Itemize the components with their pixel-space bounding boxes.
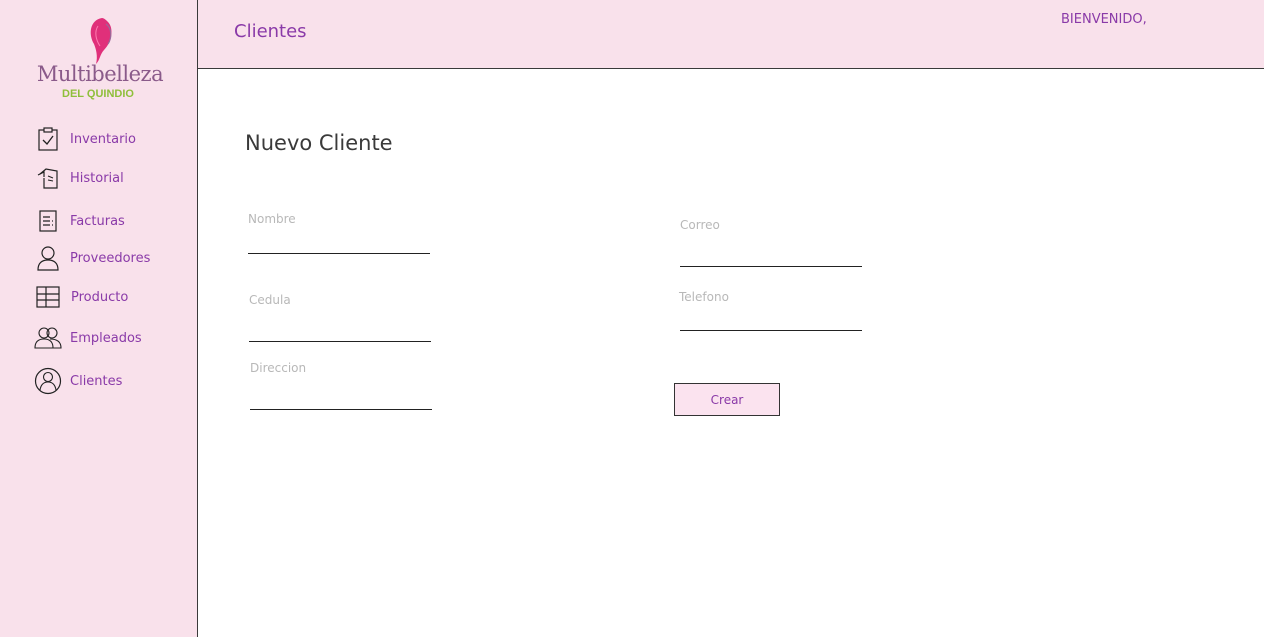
grid-table-icon: [34, 283, 62, 311]
invoice-icon: [34, 207, 62, 235]
nombre-label: Nombre: [248, 212, 296, 226]
sidebar-item-historial[interactable]: Historial: [34, 164, 124, 192]
brand-subtitle: DEL QUINDIO: [62, 88, 134, 100]
telefono-field: Telefono: [679, 290, 863, 332]
nombre-field: Nombre: [248, 212, 432, 256]
cedula-field: Cedula: [249, 293, 433, 343]
page-title: Clientes: [234, 21, 307, 42]
sidebar-item-label: Clientes: [70, 373, 123, 389]
sidebar-item-label: Historial: [70, 170, 124, 186]
correo-field: Correo: [680, 218, 864, 268]
people-icon: [34, 324, 62, 352]
telefono-label: Telefono: [679, 290, 729, 304]
cedula-label: Cedula: [249, 293, 291, 307]
user-circle-icon: [34, 367, 62, 395]
form-title: Nuevo Cliente: [245, 131, 393, 155]
crear-button[interactable]: Crear: [674, 383, 780, 416]
sidebar: Multibelleza DEL QUINDIO Inventario Hist…: [0, 0, 198, 637]
direccion-input[interactable]: [250, 391, 432, 410]
cedula-input[interactable]: [249, 323, 431, 342]
telefono-input[interactable]: [680, 312, 862, 331]
sidebar-item-facturas[interactable]: Facturas: [34, 207, 125, 235]
sidebar-item-label: Inventario: [70, 131, 136, 147]
woman-profile-logo-icon: [90, 18, 112, 64]
direccion-field: Direccion: [250, 361, 434, 411]
history-icon: [34, 164, 62, 192]
sidebar-item-label: Empleados: [70, 330, 142, 346]
sidebar-item-label: Proveedores: [70, 250, 151, 266]
direccion-label: Direccion: [250, 361, 307, 375]
person-icon: [34, 244, 62, 272]
top-header: Clientes BIENVENIDO,: [198, 0, 1264, 69]
brand-logo: Multibelleza DEL QUINDIO: [22, 14, 174, 104]
sidebar-item-producto[interactable]: Producto: [34, 283, 128, 311]
sidebar-item-label: Producto: [71, 289, 129, 305]
correo-input[interactable]: [680, 248, 862, 267]
sidebar-item-empleados[interactable]: Empleados: [34, 324, 142, 352]
sidebar-item-clientes[interactable]: Clientes: [34, 367, 122, 395]
welcome-text: BIENVENIDO,: [1061, 12, 1147, 27]
correo-label: Correo: [680, 218, 720, 232]
sidebar-item-proveedores[interactable]: Proveedores: [34, 244, 150, 272]
sidebar-item-inventario[interactable]: Inventario: [34, 125, 136, 153]
sidebar-item-label: Facturas: [70, 213, 125, 229]
clipboard-check-icon: [34, 125, 62, 153]
brand-name: Multibelleza: [36, 62, 164, 86]
nombre-input[interactable]: [248, 235, 430, 254]
